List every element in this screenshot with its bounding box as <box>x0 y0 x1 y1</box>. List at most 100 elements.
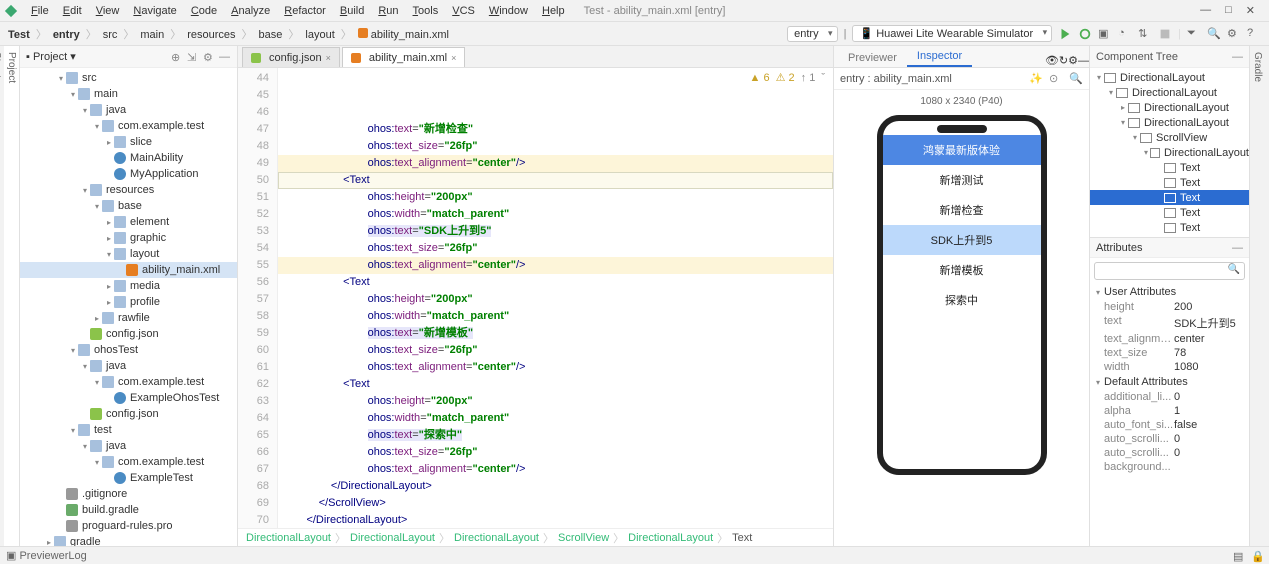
git-icon[interactable]: ⏷ <box>1187 27 1201 41</box>
breadcrumb-item[interactable]: src <box>99 27 122 43</box>
tree-node[interactable]: ▾src <box>20 70 237 86</box>
collapse-icon[interactable]: ⇲ <box>187 51 199 63</box>
gutter-tab-gradle[interactable]: Gradle <box>1250 46 1265 546</box>
lock-icon[interactable]: 🔒 <box>1251 550 1263 562</box>
attribute-row[interactable]: alpha1 <box>1090 404 1249 418</box>
attribute-group-header[interactable]: ▾Default Attributes <box>1090 374 1249 390</box>
tree-node[interactable]: MainAbility <box>20 150 237 166</box>
event-log-icon[interactable]: ▤ <box>1233 550 1245 562</box>
editor-tab[interactable]: config.json× <box>242 47 340 67</box>
editor-breadcrumb-item[interactable]: ScrollView <box>558 532 609 544</box>
menu-navigate[interactable]: Navigate <box>126 3 183 19</box>
gutter-tab-project[interactable]: Project <box>4 46 19 546</box>
debug-icon[interactable] <box>1078 27 1092 41</box>
coverage-icon[interactable]: ▣ <box>1098 27 1112 41</box>
profile-icon[interactable]: ◔ <box>1118 27 1132 41</box>
settings-icon[interactable]: ⚙ <box>1227 27 1241 41</box>
attribute-row[interactable]: text_size78 <box>1090 346 1249 360</box>
breadcrumb-item[interactable]: layout <box>301 27 338 43</box>
tree-node[interactable]: config.json <box>20 406 237 422</box>
collapse-icon[interactable]: — <box>1232 242 1243 254</box>
attribute-row[interactable]: auto_scrolli...0 <box>1090 446 1249 460</box>
project-combo[interactable]: ▪ Project ▾ <box>26 50 76 63</box>
settings-icon[interactable]: ⚙ <box>203 51 215 63</box>
tree-node[interactable]: ▸profile <box>20 294 237 310</box>
minimize-button[interactable]: — <box>1200 4 1211 17</box>
tree-node[interactable]: ▸graphic <box>20 230 237 246</box>
statusbar-tool[interactable]: ▣ PreviewerLog <box>6 549 87 562</box>
attribute-row[interactable]: additional_li...0 <box>1090 390 1249 404</box>
editor-breadcrumb[interactable]: DirectionalLayout〉DirectionalLayout〉Dire… <box>238 528 833 546</box>
tree-node[interactable]: ExampleTest <box>20 470 237 486</box>
close-tab-icon[interactable]: × <box>451 53 456 63</box>
tree-node[interactable]: ▾resources <box>20 182 237 198</box>
component-tree[interactable]: ▾DirectionalLayout▾DirectionalLayout▸Dir… <box>1090 68 1249 237</box>
menu-view[interactable]: View <box>89 3 127 19</box>
wand-icon[interactable]: ✨ <box>1029 72 1043 86</box>
component-tree-node[interactable]: ▾ScrollView <box>1090 130 1249 145</box>
editor-tab[interactable]: ability_main.xml× <box>342 47 466 67</box>
run-config-combo[interactable]: entry <box>787 26 837 42</box>
tree-node[interactable]: ▾main <box>20 86 237 102</box>
attribute-row[interactable]: auto_scrolli...0 <box>1090 432 1249 446</box>
tree-node[interactable]: ▾com.example.test <box>20 118 237 134</box>
tree-node[interactable]: ▾com.example.test <box>20 374 237 390</box>
close-tab-icon[interactable]: × <box>326 53 331 63</box>
attribute-row[interactable]: textSDK上升到5 <box>1090 314 1249 332</box>
tree-node[interactable]: ▾com.example.test <box>20 454 237 470</box>
component-tree-node[interactable]: Text <box>1090 190 1249 205</box>
tree-node[interactable]: ▾java <box>20 102 237 118</box>
editor-breadcrumb-item[interactable]: Text <box>732 532 752 544</box>
eye-icon[interactable]: 👁 <box>1045 54 1059 67</box>
device-combo[interactable]: 📱 Huawei Lite Wearable Simulator <box>852 25 1052 42</box>
device-list-item[interactable]: 鸿蒙最新版体验 <box>883 135 1041 165</box>
code-editor[interactable]: ▲ 6 ⚠ 2 ↑ 1 ˇ ohos:text="新增检查" ohos:text… <box>278 68 833 528</box>
menu-window[interactable]: Window <box>482 3 535 19</box>
editor-breadcrumb-item[interactable]: DirectionalLayout <box>628 532 713 544</box>
tree-node[interactable]: .gitignore <box>20 486 237 502</box>
tab-inspector[interactable]: Inspector <box>907 47 972 67</box>
menu-build[interactable]: Build <box>333 3 371 19</box>
locate-icon[interactable]: ⊕ <box>171 51 183 63</box>
minimize-icon[interactable]: — <box>1078 55 1089 67</box>
gear-icon[interactable]: ⚙ <box>1068 54 1078 67</box>
tree-node[interactable]: ▸slice <box>20 134 237 150</box>
attribute-group-header[interactable]: ▾User Attributes <box>1090 284 1249 300</box>
component-tree-node[interactable]: Text <box>1090 160 1249 175</box>
tree-node[interactable]: ▸media <box>20 278 237 294</box>
tree-node[interactable]: MyApplication <box>20 166 237 182</box>
menu-run[interactable]: Run <box>371 3 405 19</box>
breadcrumb-item[interactable]: main <box>136 27 168 43</box>
menu-vcs[interactable]: VCS <box>445 3 482 19</box>
project-tree[interactable]: ▾src▾main▾java▾com.example.test▸sliceMai… <box>20 68 237 546</box>
attribute-row[interactable]: height200 <box>1090 300 1249 314</box>
gutter-tab-previewer[interactable]: Previewer <box>1265 46 1269 546</box>
zoom-reset-icon[interactable]: ⊙ <box>1049 72 1063 86</box>
device-list-item[interactable]: SDK上升到5 <box>883 225 1041 255</box>
menu-edit[interactable]: Edit <box>56 3 89 19</box>
menu-code[interactable]: Code <box>184 3 224 19</box>
breadcrumb-item[interactable]: Test <box>4 27 34 43</box>
menu-file[interactable]: File <box>24 3 56 19</box>
stop-icon[interactable] <box>1158 27 1172 41</box>
zoom-in-icon[interactable]: 🔍 <box>1069 72 1083 86</box>
menu-tools[interactable]: Tools <box>406 3 446 19</box>
attributes-search[interactable] <box>1094 262 1245 280</box>
tree-node[interactable]: ▸gradle <box>20 534 237 546</box>
attribute-row[interactable]: width1080 <box>1090 360 1249 374</box>
help-icon[interactable]: ? <box>1247 27 1261 41</box>
tree-node[interactable]: ▸rawfile <box>20 310 237 326</box>
breadcrumb-item[interactable]: entry <box>49 27 84 43</box>
component-tree-node[interactable]: ▾DirectionalLayout <box>1090 145 1249 160</box>
refresh-icon[interactable]: ↻ <box>1059 54 1068 67</box>
menu-analyze[interactable]: Analyze <box>224 3 277 19</box>
tree-node[interactable]: ▾layout <box>20 246 237 262</box>
code-inspection-status[interactable]: ▲ 6 ⚠ 2 ↑ 1 ˇ <box>750 70 825 87</box>
run-icon[interactable] <box>1058 27 1072 41</box>
attribute-row[interactable]: text_alignmentcenter <box>1090 332 1249 346</box>
menu-help[interactable]: Help <box>535 3 572 19</box>
tree-node[interactable]: ExampleOhosTest <box>20 390 237 406</box>
component-tree-node[interactable]: Text <box>1090 220 1249 235</box>
tree-node[interactable]: ▾ohosTest <box>20 342 237 358</box>
component-tree-node[interactable]: ▸DirectionalLayout <box>1090 100 1249 115</box>
